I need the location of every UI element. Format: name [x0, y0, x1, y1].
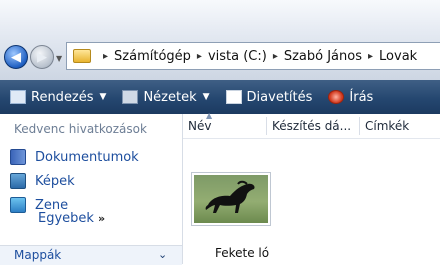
breadcrumb[interactable]: ▸ Számítógép ▸ vista (C:) ▸ Szabó János … [66, 42, 440, 70]
burn-label: Írás [349, 89, 374, 105]
file-thumbnail[interactable] [191, 172, 271, 226]
favorite-link-documents[interactable]: Dokumentumok [10, 149, 139, 165]
views-label: Nézetek [143, 89, 197, 105]
chevron-right-icon[interactable]: ▸ [197, 51, 202, 62]
burn-button[interactable]: Írás [328, 90, 373, 105]
forward-arrow-icon: ▶ [37, 49, 47, 65]
back-button[interactable]: ◀ [4, 45, 28, 69]
breadcrumb-computer[interactable]: Számítógép [114, 49, 191, 64]
chevron-right-icon[interactable]: ▸ [368, 51, 373, 62]
navigation-pane: Kedvenc hivatkozások Dokumentumok Képek … [0, 114, 183, 265]
column-divider[interactable] [266, 117, 267, 135]
chevron-down-icon: ⌄ [158, 248, 168, 261]
favorite-link-label: Képek [35, 173, 75, 189]
breadcrumb-current[interactable]: Lovak [379, 49, 417, 64]
breadcrumb-drive[interactable]: vista (C:) [208, 49, 267, 64]
organize-button[interactable]: Rendezés ▼ [10, 90, 106, 105]
breadcrumb-user[interactable]: Szabó János [284, 49, 362, 64]
column-header-tags[interactable]: Címkék [365, 119, 409, 133]
favorite-link-pictures[interactable]: Képek [10, 173, 75, 189]
folders-bar[interactable]: Mappák ⌄ [0, 245, 182, 265]
favorite-links-heading: Kedvenc hivatkozások [14, 122, 147, 136]
double-chevron-icon: » [97, 212, 106, 225]
chevron-right-icon[interactable]: ▸ [103, 51, 108, 62]
address-bar-area: ◀ ▶ ▼ ▸ Számítógép ▸ vista (C:) ▸ Szabó … [0, 0, 440, 80]
favorite-link-label: Dokumentumok [35, 149, 139, 165]
file-name[interactable]: Fekete ló [215, 246, 269, 260]
slideshow-icon [225, 90, 242, 104]
chevron-down-icon: ▼ [202, 92, 210, 102]
back-arrow-icon: ◀ [11, 49, 21, 65]
pictures-icon [10, 173, 26, 189]
column-divider[interactable] [359, 117, 360, 135]
column-header-date[interactable]: Készítés dá... [272, 119, 351, 133]
forward-button[interactable]: ▶ [30, 45, 54, 69]
more-links-label: Egyebek [38, 211, 94, 226]
column-header-name[interactable]: Név [188, 119, 211, 133]
views-icon [122, 90, 139, 104]
slideshow-label: Diavetítés [246, 89, 313, 105]
folders-label: Mappák [14, 248, 62, 262]
command-toolbar: Rendezés ▼ Nézetek ▼ Diavetítés Írás [0, 80, 440, 114]
recent-pages-dropdown[interactable]: ▼ [56, 54, 62, 63]
horse-photo [194, 175, 268, 223]
slideshow-button[interactable]: Diavetítés [225, 89, 313, 105]
organize-icon [10, 90, 26, 104]
folder-icon [73, 49, 91, 63]
more-links[interactable]: Egyebek» [38, 211, 105, 226]
chevron-down-icon: ▼ [99, 92, 107, 102]
column-headers: ▲ Név Készítés dá... Címkék [183, 111, 440, 139]
organize-label: Rendezés [31, 89, 94, 105]
views-button[interactable]: Nézetek ▼ [122, 89, 210, 105]
file-list-pane: ▲ Név Készítés dá... Címkék Fekete ló [183, 111, 440, 264]
music-icon [10, 197, 26, 213]
burn-disc-icon [328, 90, 345, 104]
documents-icon [10, 149, 26, 165]
chevron-right-icon[interactable]: ▸ [273, 51, 278, 62]
